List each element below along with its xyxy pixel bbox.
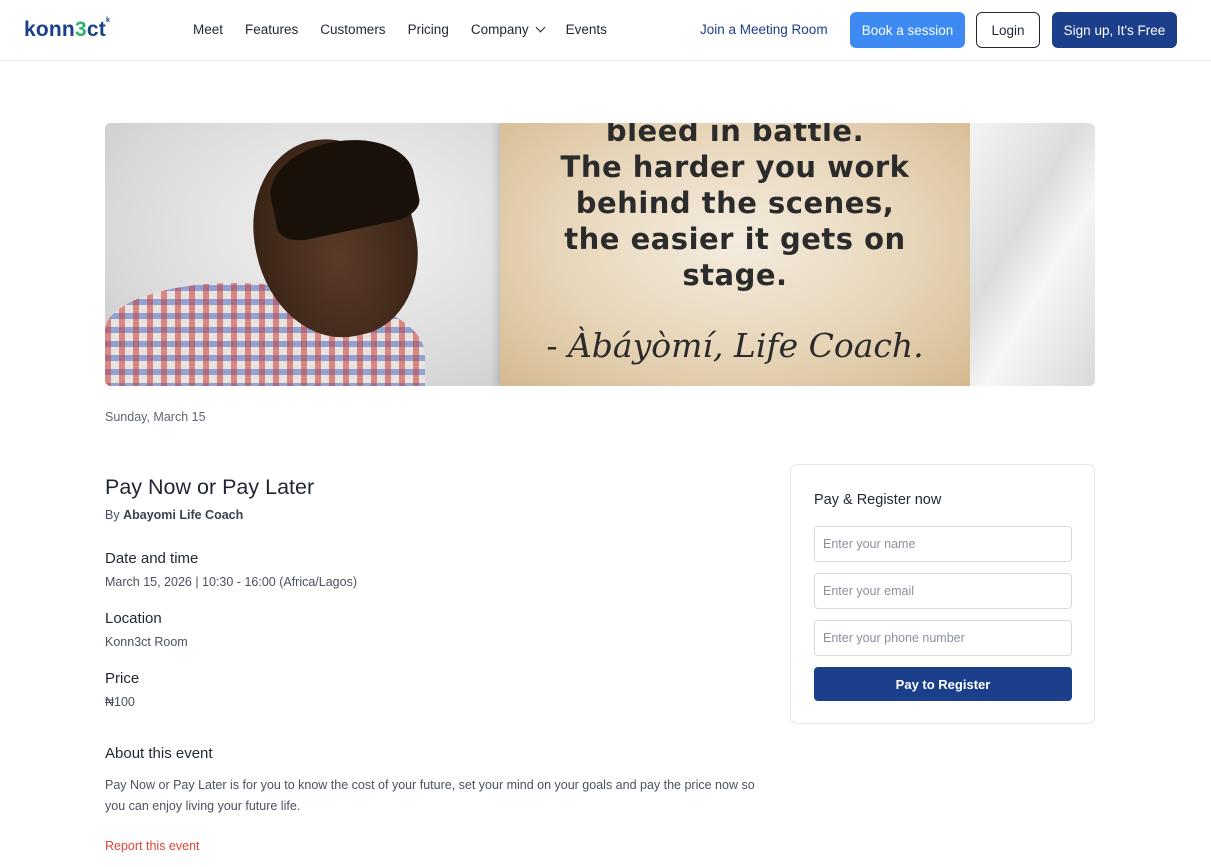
register-card: Pay & Register now Pay to Register xyxy=(790,464,1095,724)
logo-text-konn: konn xyxy=(24,18,75,41)
pay-to-register-button[interactable]: Pay to Register xyxy=(814,667,1072,701)
nav-customers[interactable]: Customers xyxy=(320,22,385,37)
datetime-value: March 15, 2026 | 10:30 - 16:00 (Africa/L… xyxy=(105,575,358,589)
name-input[interactable] xyxy=(814,526,1072,562)
join-meeting-room-link[interactable]: Join a Meeting Room xyxy=(700,22,828,37)
price-value: ₦100 xyxy=(105,695,135,709)
main-nav: Meet Features Customers Pricing Company … xyxy=(193,22,629,37)
event-title: Pay Now or Pay Later xyxy=(105,475,315,499)
signup-button[interactable]: Sign up, It's Free xyxy=(1052,12,1177,48)
report-event-link[interactable]: Report this event xyxy=(105,839,200,853)
quote-line: behind the scenes, xyxy=(575,186,895,220)
email-input[interactable] xyxy=(814,573,1072,609)
nav-pricing[interactable]: Pricing xyxy=(408,22,449,37)
quote-line: stage. xyxy=(682,258,788,292)
logo-text-ct: ct xyxy=(86,18,106,41)
banner-quote: bleed in battle. The harder you work beh… xyxy=(525,123,945,293)
logo-mark: k xyxy=(105,17,111,24)
book-session-button[interactable]: Book a session xyxy=(850,12,965,48)
nav-company[interactable]: Company xyxy=(470,22,546,37)
banner-quote-signature: - Àbáyòmí, Life Coach. xyxy=(546,326,924,365)
event-organizer-line: By Abayomi Life Coach xyxy=(105,508,243,522)
price-heading: Price xyxy=(105,670,140,687)
quote-line: bleed in battle. xyxy=(605,123,865,148)
quote-line: The harder you work xyxy=(560,150,910,184)
about-heading: About this event xyxy=(105,745,213,762)
about-text: Pay Now or Pay Later is for you to know … xyxy=(105,778,755,813)
organizer-name: Abayomi Life Coach xyxy=(123,508,244,522)
chevron-down-icon xyxy=(535,22,546,33)
login-button[interactable]: Login xyxy=(976,12,1040,48)
location-heading: Location xyxy=(105,610,162,627)
event-date-short: Sunday, March 15 xyxy=(105,410,206,424)
phone-input[interactable] xyxy=(814,620,1072,656)
top-navbar: konn3ctk Meet Features Customers Pricing… xyxy=(0,0,1211,61)
nav-events[interactable]: Events xyxy=(566,22,607,37)
konn3ct-logo[interactable]: konn3ctk xyxy=(24,17,111,42)
organizer-prefix: By xyxy=(105,508,120,522)
logo-text-3: 3 xyxy=(74,18,87,41)
quote-line: the easier it gets on xyxy=(564,222,906,256)
banner-page-curl xyxy=(970,123,1095,386)
nav-meet[interactable]: Meet xyxy=(193,22,223,37)
nav-features[interactable]: Features xyxy=(245,22,298,37)
register-card-title: Pay & Register now xyxy=(814,492,942,508)
location-value: Konn3ct Room xyxy=(105,635,188,649)
datetime-heading: Date and time xyxy=(105,550,199,567)
nav-company-label: Company xyxy=(470,22,529,37)
event-banner-image: bleed in battle. The harder you work beh… xyxy=(105,123,1095,386)
